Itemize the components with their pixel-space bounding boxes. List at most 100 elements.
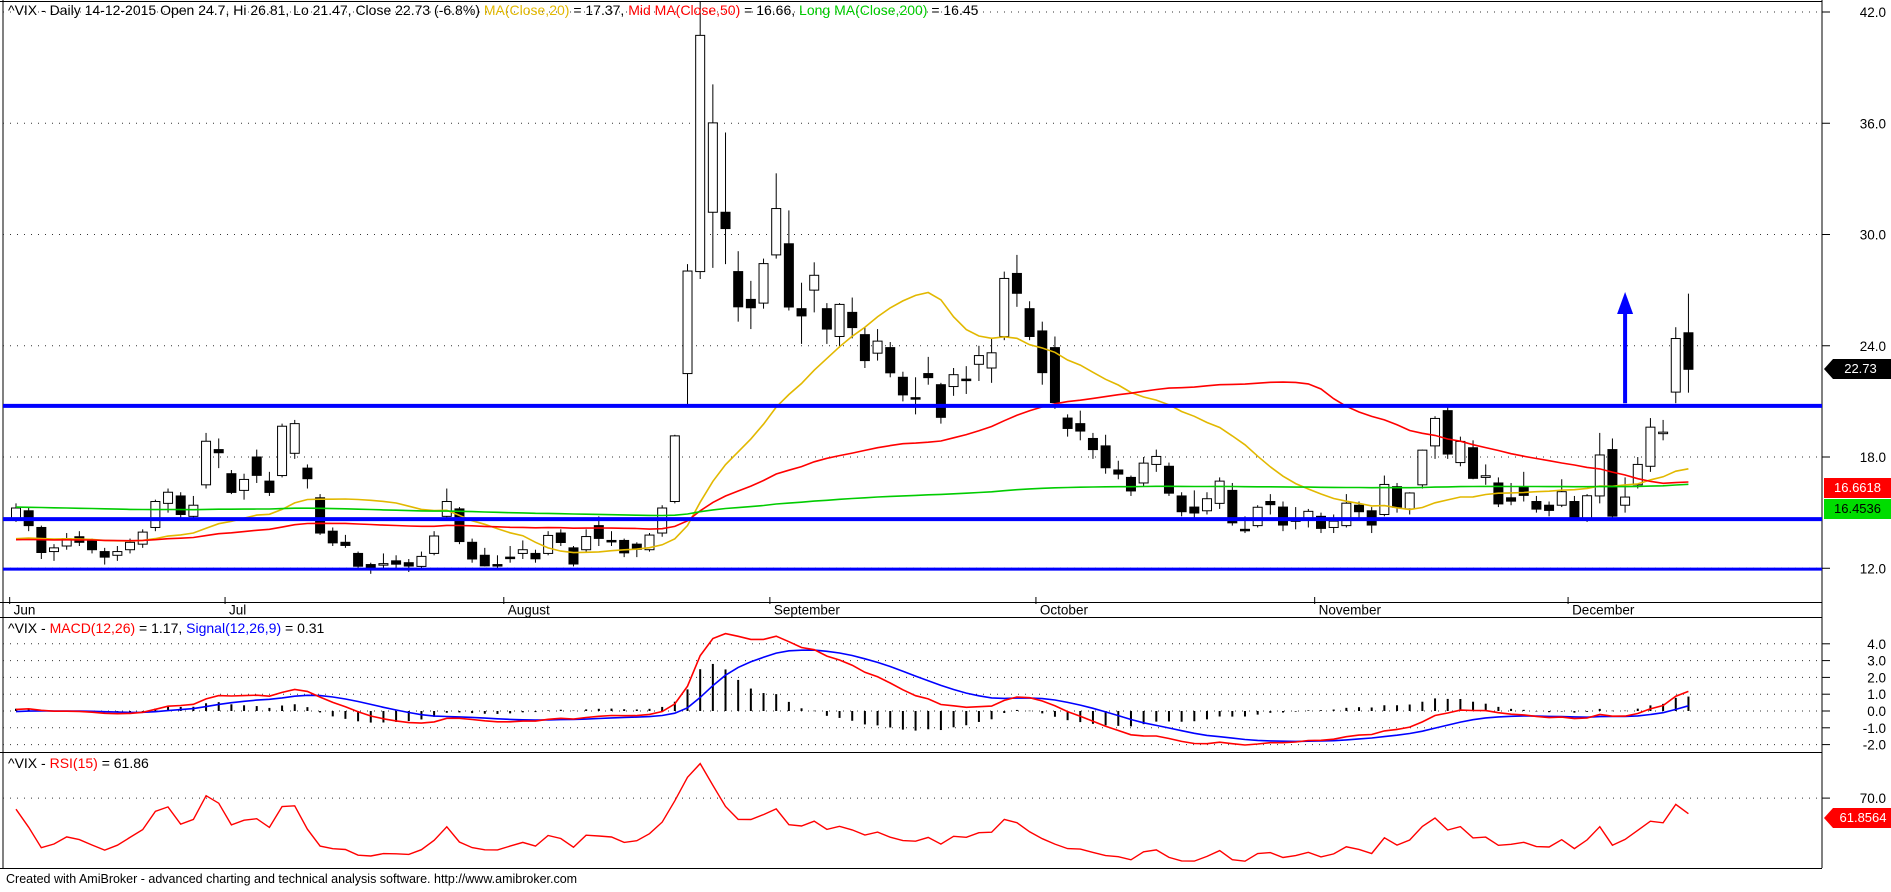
macd-histogram-bar xyxy=(1522,709,1525,711)
macd-panel xyxy=(15,663,1690,731)
candle-body xyxy=(1417,449,1428,486)
macd-histogram-bar xyxy=(1282,711,1284,713)
macd-histogram-bar xyxy=(1205,711,1208,720)
candle-body xyxy=(695,34,706,273)
amibroker-chart-window: 42.0 36.0 30.0 24.0 18.0 12.0 4.0 3.0 2.0 1.0 0.0 -… xyxy=(0,0,1891,892)
macd-title-label: MACD(12,26) xyxy=(49,620,136,636)
macd-histogram-bar xyxy=(1028,710,1031,712)
macd-histogram-bar xyxy=(1434,698,1437,711)
macd-histogram-bar xyxy=(1015,709,1018,711)
macd-histogram-bar xyxy=(1636,708,1639,711)
macd-histogram-bar xyxy=(648,708,651,711)
candle-body xyxy=(1138,462,1149,484)
macd-histogram-bar xyxy=(331,711,334,717)
candle-body xyxy=(1062,417,1073,429)
candle-body xyxy=(505,556,516,560)
candle-body xyxy=(1113,469,1124,475)
candle-body xyxy=(961,378,972,382)
macd-histogram-bar xyxy=(813,710,816,712)
macd-histogram-bar xyxy=(521,711,524,713)
candle-body xyxy=(530,552,541,560)
candle-body xyxy=(885,347,896,374)
macd-histogram-bar xyxy=(889,711,892,728)
ma20-title-label: MA(Close,20) xyxy=(483,2,570,18)
candle-body xyxy=(821,308,832,330)
macd-histogram-bar xyxy=(1053,711,1056,717)
candle-body xyxy=(1556,491,1567,506)
macd-histogram-bar xyxy=(281,705,284,711)
candle-body xyxy=(99,551,110,558)
candle-body xyxy=(1201,498,1212,512)
candle-body xyxy=(1024,308,1035,337)
axis-label: September xyxy=(774,603,841,618)
candle-body xyxy=(758,263,769,304)
macd-histogram-bar xyxy=(1535,711,1538,712)
candle-body xyxy=(1328,520,1339,528)
macd-histogram-bar xyxy=(977,711,980,722)
macd-histogram-bar xyxy=(1041,711,1044,714)
macd-histogram-bar xyxy=(1586,711,1589,712)
candle-body xyxy=(429,535,440,554)
macd-histogram-bar xyxy=(635,709,638,711)
macd-histogram-bar xyxy=(1687,696,1690,711)
candle-body xyxy=(125,541,136,551)
candle-body xyxy=(353,552,364,567)
candle-body xyxy=(1683,332,1694,370)
macd-histogram-bar xyxy=(1231,711,1234,717)
macd-histogram-bar xyxy=(1256,711,1259,715)
macd-histogram-bar xyxy=(965,711,968,726)
candle-body xyxy=(1087,437,1098,451)
candle-body xyxy=(948,374,959,388)
macd-histogram-bar xyxy=(471,711,474,714)
macd-histogram-bar xyxy=(597,708,600,711)
chart-canvas[interactable]: 42.0 36.0 30.0 24.0 18.0 12.0 4.0 3.02.0 1.0 0.0 -… xyxy=(0,0,1891,892)
candle-body xyxy=(1341,502,1352,527)
axis-label: 4.0 xyxy=(1867,637,1886,652)
candle-body xyxy=(1468,447,1479,479)
axis-label: 36.0 xyxy=(1860,116,1886,131)
candle-body xyxy=(872,340,883,354)
macd-histogram-bar xyxy=(230,704,233,711)
rsi-line xyxy=(15,762,1689,862)
candle-body xyxy=(226,473,237,493)
candle-body xyxy=(682,270,693,375)
macd-histogram-bar xyxy=(1408,704,1411,711)
macd-histogram-bar xyxy=(623,709,626,711)
macd-histogram-bar xyxy=(1180,711,1183,722)
candle-body xyxy=(11,507,21,519)
candle-body xyxy=(492,564,503,567)
rsi-panel-title: ^VIX - RSI(15) = 61.86 xyxy=(8,755,149,771)
rsi-title-label: RSI(15) xyxy=(49,755,98,771)
macd-histogram-bar xyxy=(1332,709,1335,711)
macd-histogram-bar xyxy=(927,711,930,730)
macd-histogram-bar xyxy=(800,708,803,711)
macd-histogram-bar xyxy=(1560,711,1563,712)
macd-histogram-bar xyxy=(711,663,714,711)
candle-body xyxy=(1265,501,1276,506)
candle-body xyxy=(720,211,731,230)
candle-body xyxy=(302,467,313,480)
candle-body xyxy=(277,425,288,477)
candle-body xyxy=(1594,454,1605,497)
candle-body xyxy=(1354,504,1365,513)
macd-histogram-bar xyxy=(838,711,841,718)
macd-histogram-bar xyxy=(901,711,904,730)
candle-body xyxy=(1607,449,1618,517)
candle-body xyxy=(441,501,452,517)
macd-histogram-bar xyxy=(1611,710,1614,712)
candle-body xyxy=(327,530,338,544)
buy-arrow-head xyxy=(1617,291,1634,314)
macd-histogram-bar xyxy=(787,701,790,711)
candle-body xyxy=(1506,497,1517,502)
candle-body xyxy=(1455,440,1466,464)
macd-histogram-bar xyxy=(1117,711,1120,726)
macd-histogram-bar xyxy=(559,709,562,711)
candle-body xyxy=(163,491,174,504)
candle-body xyxy=(479,554,490,567)
candle-body xyxy=(745,298,756,309)
macd-histogram-bar xyxy=(825,711,828,716)
candle-body xyxy=(175,495,186,515)
macd-histogram-bar xyxy=(699,669,702,711)
candle-body xyxy=(707,122,718,213)
candle-body xyxy=(416,555,427,567)
